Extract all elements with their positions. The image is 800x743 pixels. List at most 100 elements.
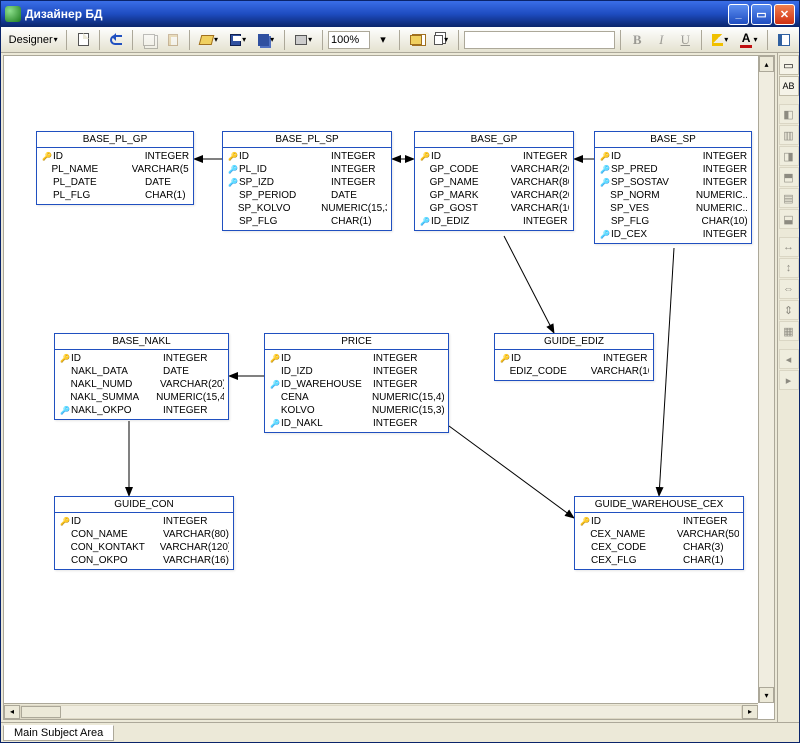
field-row[interactable]: SP_FLGCHAR(10)	[599, 215, 747, 228]
tool-align-middle[interactable]: ▤	[779, 188, 799, 208]
field-row[interactable]: CON_NAMEVARCHAR(80)	[59, 528, 229, 541]
field-row[interactable]: CENANUMERIC(15,4)	[269, 391, 444, 404]
copy-button[interactable]	[138, 29, 160, 51]
field-row[interactable]: PL_FLGCHAR(1)	[41, 189, 189, 202]
maximize-button[interactable]: ▭	[751, 4, 772, 25]
font-combo[interactable]	[464, 31, 615, 49]
field-row[interactable]: 🔑ID_WAREHOUSEINTEGER	[269, 378, 444, 391]
field-row[interactable]: 🔑ID_EDIZINTEGER	[419, 215, 569, 228]
entity-table[interactable]: GUIDE_CON🔑IDINTEGERCON_NAMEVARCHAR(80)CO…	[54, 496, 234, 570]
entity-table[interactable]: GUIDE_EDIZ 🔑IDINTEGEREDIZ_CODEVARCHAR(10)	[494, 333, 654, 381]
field-row[interactable]: SP_FLGCHAR(1)	[227, 215, 387, 228]
field-row[interactable]: 🔑IDINTEGER	[599, 150, 747, 163]
field-row[interactable]: EDIZ_CODEVARCHAR(10)	[499, 365, 649, 378]
entity-header[interactable]: GUIDE_WAREHOUSE_CEX	[575, 497, 743, 513]
tool-next[interactable]: ▸	[779, 370, 799, 390]
scroll-up-button[interactable]: ▴	[759, 56, 774, 72]
field-row[interactable]: NAKL_NUMDVARCHAR(20)	[59, 378, 224, 391]
field-row[interactable]: 🔑IDINTEGER	[419, 150, 569, 163]
field-row[interactable]: CON_OKPOVARCHAR(16)	[59, 554, 229, 567]
field-row[interactable]: 🔑SP_SOSTAVINTEGER	[599, 176, 747, 189]
vertical-scrollbar[interactable]: ▴ ▾	[758, 56, 774, 703]
tool-same-height[interactable]: ⇕	[779, 300, 799, 320]
entity-table[interactable]: BASE_PL_SP🔑IDINTEGER🔑PL_IDINTEGER🔑SP_IZD…	[222, 131, 392, 231]
entity-header[interactable]: BASE_SP	[595, 132, 751, 148]
field-row[interactable]: CEX_NAMEVARCHAR(50)	[579, 528, 739, 541]
scroll-down-button[interactable]: ▾	[759, 687, 774, 703]
entity-table[interactable]: BASE_GP🔑IDINTEGERGP_CODEVARCHAR(20)GP_NA…	[414, 131, 574, 231]
entity-table[interactable]: BASE_SP 🔑IDINTEGER🔑SP_PREDINTEGER🔑SP_SOST…	[594, 131, 752, 244]
field-row[interactable]: ID_IZDINTEGER	[269, 365, 444, 378]
field-row[interactable]: 🔑IDINTEGER	[579, 515, 739, 528]
field-row[interactable]: GP_NAMEVARCHAR(80)	[419, 176, 569, 189]
field-row[interactable]: NAKL_SUMMANUMERIC(15,4)	[59, 391, 224, 404]
entity-header[interactable]: BASE_PL_GP	[37, 132, 193, 148]
field-row[interactable]: SP_KOLVONUMERIC(15,3)	[227, 202, 387, 215]
zoom-dropdown[interactable]: ▾	[372, 29, 394, 51]
print-button[interactable]: ▾	[290, 29, 317, 51]
field-row[interactable]: SP_VESNUMERIC...	[599, 202, 747, 215]
field-row[interactable]: 🔑SP_PREDINTEGER	[599, 163, 747, 176]
entity-header[interactable]: GUIDE_EDIZ	[495, 334, 653, 350]
tool-align-top[interactable]: ⬒	[779, 167, 799, 187]
entity-header[interactable]: PRICE	[265, 334, 448, 350]
field-row[interactable]: 🔑IDINTEGER	[59, 515, 229, 528]
tool-grid[interactable]: ▦	[779, 321, 799, 341]
field-row[interactable]: PL_DATEDATE	[41, 176, 189, 189]
tool-distribute-v[interactable]: ↕	[779, 258, 799, 278]
field-row[interactable]: 🔑IDINTEGER	[269, 352, 444, 365]
entity-table[interactable]: PRICE 🔑IDINTEGERID_IZDINTEGER🔑ID_WAREHOUS…	[264, 333, 449, 433]
tool-align-center[interactable]: ▥	[779, 125, 799, 145]
tool-align-right[interactable]: ◨	[779, 146, 799, 166]
designer-dropdown[interactable]: Designer ▾	[5, 29, 61, 51]
entity-header[interactable]: GUIDE_CON	[55, 497, 233, 513]
tool-align-bottom[interactable]: ⬓	[779, 209, 799, 229]
underline-button[interactable]: U	[674, 29, 696, 51]
minimize-button[interactable]: _	[728, 4, 749, 25]
scroll-track[interactable]	[759, 72, 774, 687]
field-row[interactable]: NAKL_DATADATE	[59, 365, 224, 378]
field-row[interactable]: CEX_FLGCHAR(1)	[579, 554, 739, 567]
scroll-right-button[interactable]: ▸	[742, 705, 758, 719]
field-row[interactable]: 🔑IDINTEGER	[227, 150, 387, 163]
window-cascade-button[interactable]: ▾	[429, 29, 453, 51]
save-all-button[interactable]: ▾	[253, 29, 279, 51]
horizontal-scrollbar[interactable]: ◂ ▸	[4, 703, 758, 719]
entity-table[interactable]: GUIDE_WAREHOUSE_CEX 🔑IDINTEGERCEX_NAMEVAR…	[574, 496, 744, 570]
field-row[interactable]: PL_NAMEVARCHAR(50)	[41, 163, 189, 176]
field-row[interactable]: SP_PERIODDATE	[227, 189, 387, 202]
field-row[interactable]: GP_CODEVARCHAR(20)	[419, 163, 569, 176]
zoom-input[interactable]	[328, 31, 370, 49]
entity-header[interactable]: BASE_NAKL	[55, 334, 228, 350]
field-row[interactable]: 🔑ID_NAKLINTEGER	[269, 417, 444, 430]
field-row[interactable]: KOLVONUMERIC(15,3)	[269, 404, 444, 417]
paste-button[interactable]	[162, 29, 184, 51]
entity-table[interactable]: BASE_NAKL🔑IDINTEGERNAKL_DATADATENAKL_NUM…	[54, 333, 229, 420]
italic-button[interactable]: I	[650, 29, 672, 51]
field-row[interactable]: SP_NORMNUMERIC...	[599, 189, 747, 202]
scroll-left-button[interactable]: ◂	[4, 705, 20, 719]
fill-color-button[interactable]: ▾	[707, 29, 733, 51]
tool-select[interactable]: ▭	[779, 55, 799, 75]
field-row[interactable]: 🔑IDINTEGER	[499, 352, 649, 365]
undo-button[interactable]	[105, 29, 127, 51]
entity-table[interactable]: BASE_PL_GP🔑IDINTEGERPL_NAMEVARCHAR(50)PL…	[36, 131, 194, 205]
field-row[interactable]: 🔑IDINTEGER	[41, 150, 189, 163]
new-button[interactable]	[72, 29, 94, 51]
field-row[interactable]: CEX_CODECHAR(3)	[579, 541, 739, 554]
close-button[interactable]: ✕	[774, 4, 795, 25]
diagram-canvas[interactable]: BASE_PL_GP🔑IDINTEGERPL_NAMEVARCHAR(50)PL…	[4, 56, 774, 719]
open-button[interactable]: ▾	[195, 29, 223, 51]
font-color-button[interactable]: A▾	[735, 29, 762, 51]
field-row[interactable]: 🔑SP_IZDINTEGER	[227, 176, 387, 189]
tool-edit[interactable]: AB	[779, 76, 799, 96]
field-row[interactable]: GP_MARKVARCHAR(20)	[419, 189, 569, 202]
field-row[interactable]: GP_GOSTVARCHAR(10)	[419, 202, 569, 215]
subject-area-tab[interactable]: Main Subject Area	[3, 725, 114, 741]
field-row[interactable]: 🔑NAKL_OKPOINTEGER	[59, 404, 224, 417]
tool-same-width[interactable]: ⇔	[779, 279, 799, 299]
tool-align-left[interactable]: ◧	[779, 104, 799, 124]
bold-button[interactable]: B	[626, 29, 648, 51]
scroll-track[interactable]	[20, 705, 742, 719]
field-row[interactable]: CON_KONTAKTVARCHAR(120)	[59, 541, 229, 554]
